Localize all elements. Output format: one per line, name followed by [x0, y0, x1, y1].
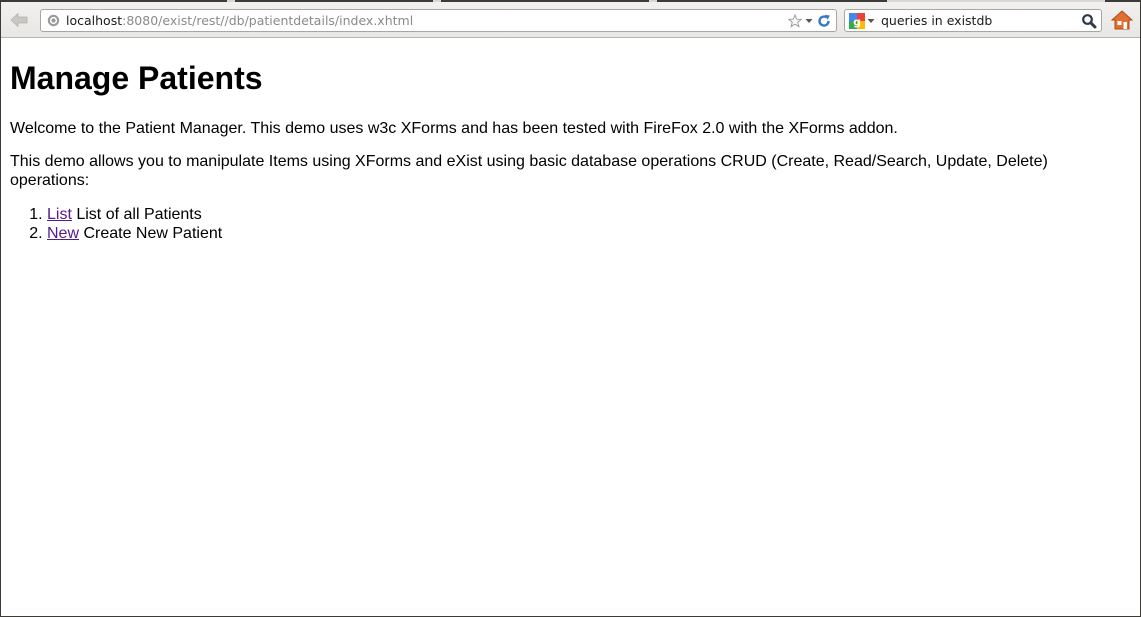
url-path: :8080/exist/rest//db/patientdetails/inde… [122, 13, 414, 28]
window-top-edge [1, 0, 1140, 2]
list-item-list: List List of all Patients [47, 205, 1130, 224]
home-button[interactable] [1109, 8, 1135, 32]
description-paragraph: This demo allows you to manipulate Items… [10, 153, 1048, 189]
page-title: Manage Patients [10, 60, 263, 96]
url-host: localhost [66, 13, 123, 28]
list-item-new: New Create New Patient [47, 224, 1130, 243]
page-content: Manage Patients Welcome to the Patient M… [10, 38, 1130, 243]
search-bar[interactable]: g queries in existdb [844, 9, 1102, 32]
reload-icon[interactable] [816, 13, 832, 29]
google-icon: g [849, 12, 865, 29]
search-engine-button[interactable]: g [849, 12, 875, 29]
url-bar[interactable]: localhost:8080/exist/rest//db/patientdet… [40, 9, 837, 32]
list-link[interactable]: List [47, 206, 72, 223]
star-icon[interactable] [788, 13, 802, 28]
navigation-toolbar: localhost:8080/exist/rest//db/patientdet… [1, 0, 1140, 38]
magnifier-icon [1082, 13, 1097, 28]
intro-paragraph: Welcome to the Patient Manager. This dem… [10, 120, 898, 137]
search-button[interactable] [1079, 11, 1099, 31]
back-button[interactable] [7, 9, 31, 31]
back-arrow-icon [10, 12, 28, 28]
svg-text:g: g [853, 15, 861, 28]
list-item-text: List of all Patients [71, 206, 202, 223]
list-item-text: Create New Patient [79, 225, 223, 242]
search-input[interactable]: queries in existdb [881, 13, 1079, 28]
new-link[interactable]: New [47, 225, 79, 242]
dropdown-arrow-icon[interactable] [805, 18, 813, 24]
browser-window: localhost:8080/exist/rest//db/patientdet… [0, 0, 1141, 617]
home-icon [1111, 10, 1133, 30]
globe-icon [46, 14, 60, 28]
operations-list: List List of all Patients New Create New… [10, 205, 1130, 243]
chevron-down-icon [867, 18, 875, 23]
